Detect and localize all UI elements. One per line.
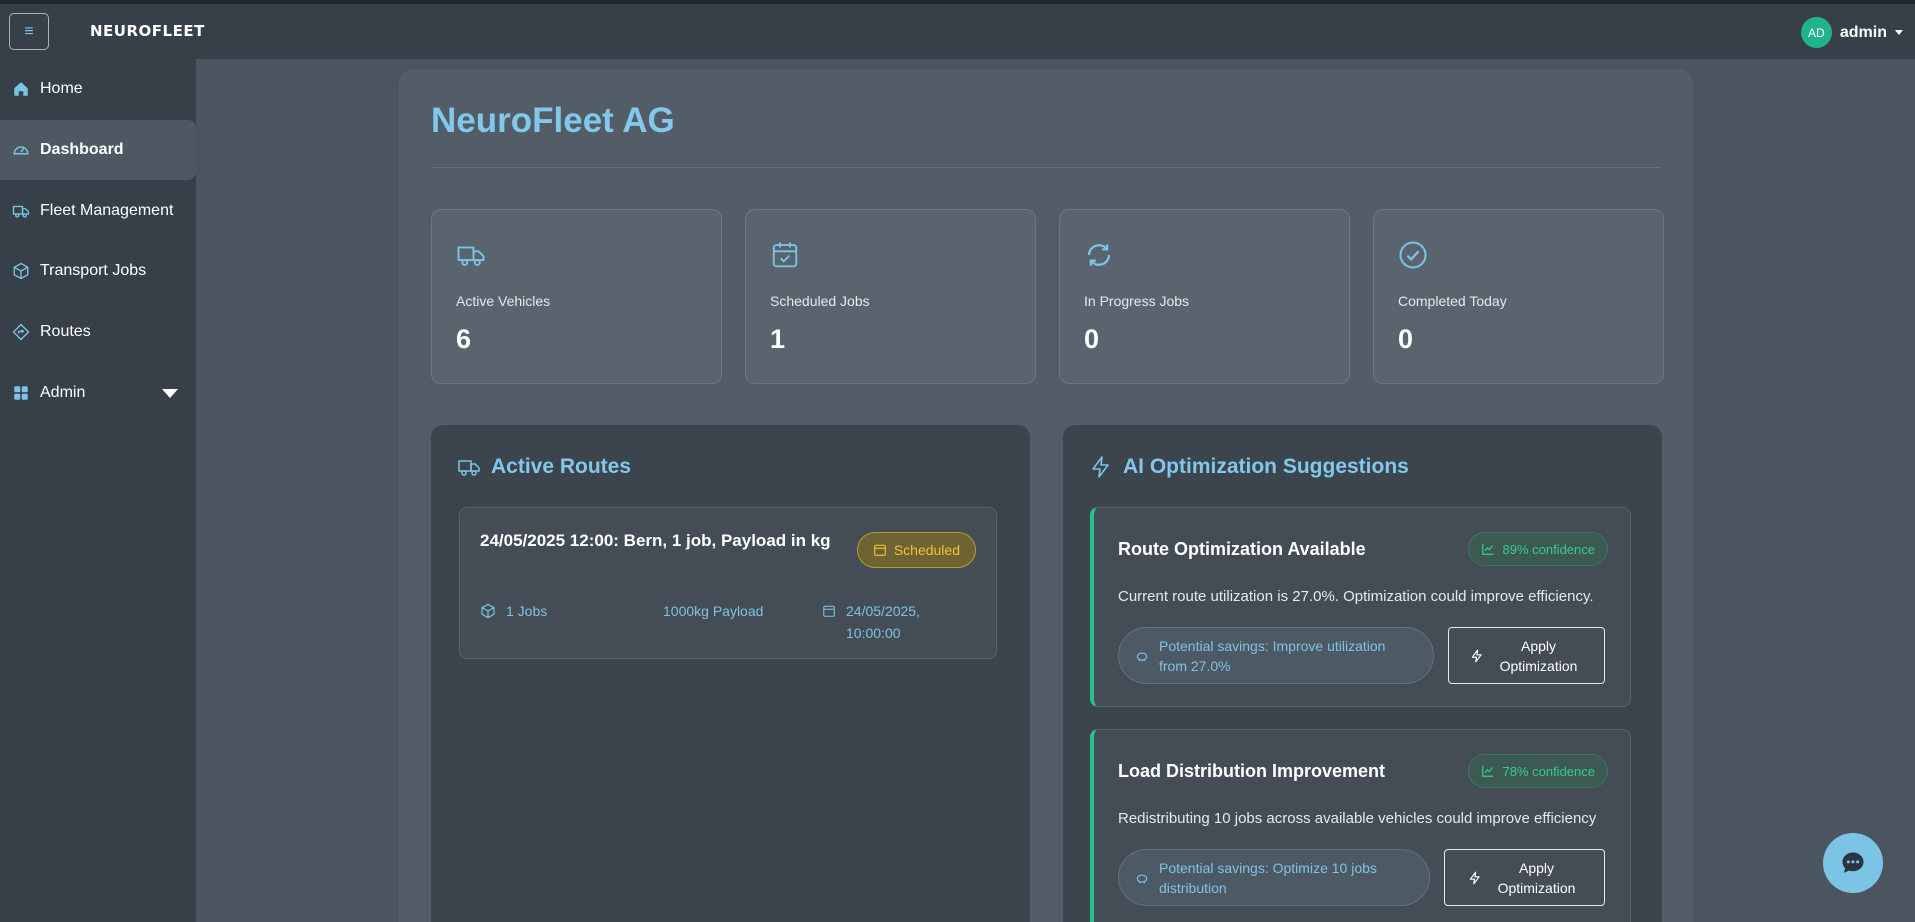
- caret-down-icon: [1895, 30, 1903, 35]
- card-title-text: AI Optimization Suggestions: [1123, 455, 1409, 478]
- piggy-bank-icon: [1136, 874, 1148, 883]
- stat-label: In Progress Jobs: [1084, 293, 1190, 309]
- sidebar-item-label: Routes: [40, 323, 91, 340]
- savings-text: Potential savings: Optimize 10 jobs dist…: [1159, 859, 1377, 896]
- check-circle-icon: [1399, 241, 1427, 269]
- grid-icon: [14, 386, 28, 400]
- piggy-bank-icon: [1136, 652, 1148, 661]
- status-badge-text: Scheduled: [893, 542, 960, 558]
- sidebar-item-routes[interactable]: Routes: [0, 302, 196, 362]
- sidebar-item-label: Fleet Management: [40, 202, 174, 219]
- lightning-icon: [1471, 649, 1482, 662]
- user-menu[interactable]: AD admin: [1800, 17, 1903, 48]
- route-jobs-text: 1 Jobs: [506, 603, 548, 619]
- suggestion-title: Load Distribution Improvement: [1118, 761, 1386, 781]
- signpost-icon: [12, 323, 30, 341]
- confidence-text: 89% confidence: [1502, 541, 1595, 557]
- calendar-check-icon: [772, 242, 798, 268]
- stat-label: Completed Today: [1398, 293, 1507, 309]
- lightning-icon: [1469, 871, 1480, 884]
- truck-icon: [457, 246, 485, 266]
- stat-label: Active Vehicles: [456, 293, 551, 309]
- suggestion-card: Route Optimization Available 89% confide…: [1090, 507, 1631, 707]
- stat-value: 0: [1398, 324, 1414, 354]
- calendar-icon: [873, 544, 886, 556]
- card-title: Active Routes: [457, 455, 631, 479]
- truck-icon: [12, 205, 30, 218]
- truck-icon: [458, 460, 480, 476]
- route-date: 24/05/2025, 10:00:00: [822, 600, 962, 644]
- sidebar-item-transport-jobs[interactable]: Transport Jobs: [0, 241, 196, 301]
- card-title: AI Optimization Suggestions: [1089, 455, 1409, 479]
- sidebar: Home Dashboard Fleet Management Transpor…: [0, 59, 196, 922]
- apply-optimization-button[interactable]: Apply Optimization: [1444, 849, 1605, 906]
- menu-toggle-button[interactable]: ≡: [9, 13, 49, 50]
- sidebar-item-label: Admin: [40, 384, 86, 401]
- savings-text: Potential savings: Improve utilization f…: [1159, 637, 1386, 674]
- status-badge: Scheduled: [856, 532, 976, 568]
- confidence-badge: 78% confidence: [1468, 754, 1608, 788]
- refresh-icon: [1087, 244, 1111, 266]
- stat-value: 0: [1084, 324, 1100, 354]
- page-title: NeuroFleet AG: [431, 101, 675, 140]
- ai-suggestions-card: AI Optimization Suggestions Route Optimi…: [1063, 425, 1662, 922]
- button-label: Apply Optimization: [1499, 637, 1578, 674]
- user-name: admin: [1839, 23, 1887, 41]
- stat-card-scheduled-jobs: Scheduled Jobs 1: [745, 209, 1036, 384]
- stat-value: 6: [456, 324, 472, 354]
- chat-button[interactable]: [1823, 833, 1883, 893]
- lightning-icon: [1092, 456, 1109, 478]
- stat-value: 1: [770, 324, 786, 354]
- confidence-badge: 89% confidence: [1468, 532, 1608, 566]
- calendar-icon: [823, 605, 835, 617]
- suggestion-title: Route Optimization Available: [1118, 539, 1366, 559]
- sidebar-item-dashboard[interactable]: Dashboard: [0, 120, 196, 180]
- box-icon: [481, 603, 495, 619]
- sidebar-item-admin[interactable]: Admin: [0, 363, 196, 423]
- sidebar-item-label: Dashboard: [40, 141, 124, 158]
- stat-card-active-vehicles: Active Vehicles 6: [431, 209, 722, 384]
- chevron-down-icon[interactable]: [162, 389, 178, 398]
- top-bar: ≡ NEUROFLEET AD admin: [0, 4, 1915, 59]
- savings-pill: Potential savings: Optimize 10 jobs dist…: [1118, 849, 1430, 906]
- trend-up-icon: [1482, 543, 1494, 555]
- stat-label: Scheduled Jobs: [770, 293, 870, 309]
- avatar: AD: [1800, 17, 1832, 48]
- button-label: Apply Optimization: [1497, 859, 1576, 896]
- stat-card-completed-today: Completed Today 0: [1373, 209, 1664, 384]
- divider: [431, 167, 1661, 168]
- dashboard-gauge-icon: [13, 146, 29, 155]
- route-jobs: 1 Jobs: [480, 600, 547, 622]
- route-date-text: 24/05/2025, 10:00:00: [846, 603, 920, 641]
- suggestion-description: Redistributing 10 jobs across available …: [1118, 810, 1597, 827]
- apply-optimization-button[interactable]: Apply Optimization: [1448, 627, 1605, 684]
- sidebar-item-label: Home: [40, 80, 83, 97]
- app-logo[interactable]: NEUROFLEET: [90, 22, 205, 40]
- confidence-text: 78% confidence: [1502, 763, 1595, 779]
- sidebar-item-home[interactable]: Home: [0, 59, 196, 119]
- stat-card-in-progress-jobs: In Progress Jobs 0: [1059, 209, 1350, 384]
- route-item[interactable]: 24/05/2025 12:00: Bern, 1 job, Payload i…: [459, 507, 997, 659]
- hamburger-icon: ≡: [24, 22, 34, 40]
- trend-up-icon: [1482, 765, 1494, 777]
- card-title-text: Active Routes: [491, 455, 632, 478]
- sidebar-item-fleet-management[interactable]: Fleet Management: [0, 181, 196, 241]
- sidebar-item-label: Transport Jobs: [40, 262, 147, 279]
- route-title: 24/05/2025 12:00: Bern, 1 job, Payload i…: [480, 531, 831, 550]
- home-icon: [14, 82, 28, 96]
- route-payload: 1000kg Payload: [663, 600, 763, 622]
- box-icon: [13, 262, 29, 280]
- route-payload-text: 1000kg Payload: [663, 603, 764, 619]
- suggestion-card: Load Distribution Improvement 78% confid…: [1090, 729, 1631, 922]
- suggestion-description: Current route utilization is 27.0%. Opti…: [1118, 588, 1594, 605]
- savings-pill: Potential savings: Improve utilization f…: [1118, 627, 1434, 684]
- chat-bubble-icon: [1842, 852, 1864, 873]
- active-routes-card: Active Routes 24/05/2025 12:00: Bern, 1 …: [431, 425, 1030, 922]
